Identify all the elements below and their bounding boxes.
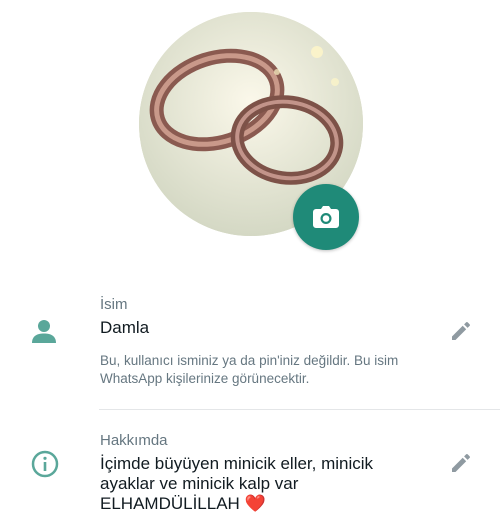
section-divider: [99, 409, 500, 410]
camera-icon: [313, 206, 339, 228]
pencil-icon: [452, 322, 470, 340]
name-value: Damla: [100, 318, 150, 337]
pencil-icon: [452, 454, 470, 472]
name-note: Bu, kullanıcı isminiz ya da pin'iniz değ…: [100, 353, 399, 386]
about-section[interactable]: Hakkımda İçimde büyüyen minicik eller, m…: [0, 424, 500, 529]
change-photo-button[interactable]: [293, 184, 359, 250]
edit-about-button[interactable]: [450, 452, 472, 479]
about-value: İçimde büyüyen minicik eller, minicik ay…: [100, 454, 374, 513]
name-section[interactable]: İsim Damla Bu, kullanıcı isminiz ya da p…: [0, 288, 500, 398]
name-label: İsim: [100, 296, 128, 313]
about-label: Hakkımda: [100, 432, 168, 449]
person-icon: [31, 318, 57, 349]
profile-photo-container: [139, 12, 363, 250]
edit-name-button[interactable]: [450, 320, 472, 347]
info-icon: [31, 450, 59, 483]
